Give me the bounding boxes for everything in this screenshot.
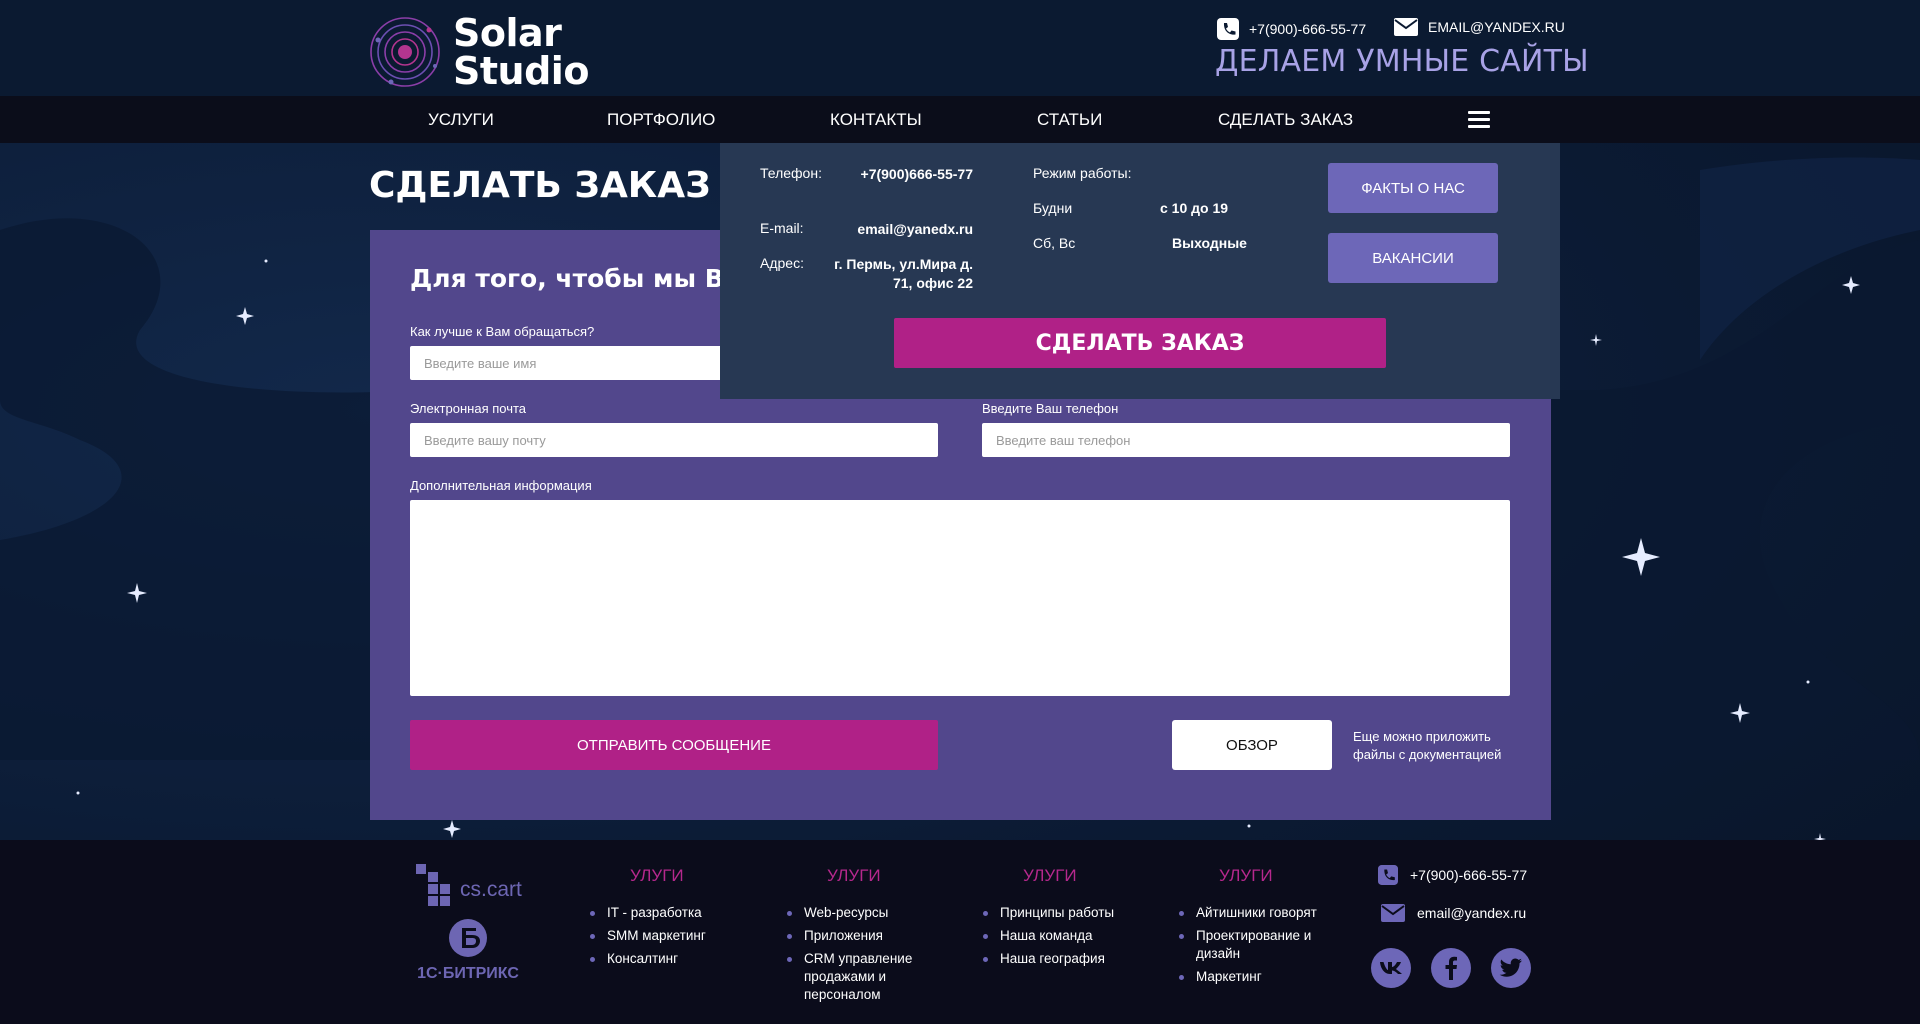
header-email-text: EMAIL@YANDEX.RU	[1428, 19, 1565, 35]
solar-logo-icon	[370, 17, 440, 87]
dd-phone-label: Телефон:	[760, 165, 822, 181]
site-header: Solar Studio +7(900)-666-55-77 EMAIL@YAN…	[0, 0, 1920, 96]
footer-link[interactable]: Наша география	[983, 950, 1114, 968]
footer-link[interactable]: Маркетинг	[1179, 968, 1329, 986]
dd-phone-value[interactable]: +7(900)666-55-77	[840, 165, 973, 184]
mail-icon	[1381, 904, 1405, 922]
footer-link[interactable]: Принципы работы	[983, 904, 1114, 922]
footer-link[interactable]: CRM управление продажами и персоналом	[787, 950, 937, 1004]
footer-col-1: УЛУГИ IT - разработка SMM маркетинг Конс…	[590, 866, 706, 973]
mail-icon	[1394, 18, 1418, 36]
footer-col-2-title: УЛУГИ	[827, 866, 881, 885]
dd-address-label: Адрес:	[760, 255, 804, 271]
main-nav: УСЛУГИ ПОРТФОЛИО КОНТАКТЫ СТАТЬИ СДЕЛАТЬ…	[0, 96, 1920, 143]
nav-item-portfolio[interactable]: ПОРТФОЛИО	[607, 96, 715, 143]
vacancies-button[interactable]: ВАКАНСИИ	[1328, 233, 1498, 283]
brand-name-line1: Solar	[453, 11, 562, 55]
bitrix-text: 1С·БИТРИКС	[417, 965, 519, 982]
dd-weekdays-label: Будни	[1033, 200, 1073, 216]
name-label: Как лучше к Вам обращаться?	[410, 324, 595, 339]
form-heading: Для того, чтобы мы Вам	[410, 264, 762, 293]
dd-weekend-value: Выходные	[1172, 235, 1247, 251]
footer-link[interactable]: Web-ресурсы	[787, 904, 937, 922]
vk-icon[interactable]	[1371, 948, 1411, 988]
facebook-icon[interactable]	[1431, 948, 1471, 988]
facts-button[interactable]: ФАКТЫ О НАС	[1328, 163, 1498, 213]
nav-item-services[interactable]: УСЛУГИ	[428, 96, 494, 143]
footer-col-2: УЛУГИ Web-ресурсы Приложения CRM управле…	[787, 866, 937, 1009]
header-phone-text: +7(900)-666-55-77	[1249, 21, 1367, 37]
dd-email-label: E-mail:	[760, 220, 804, 236]
brand-name-line2: Studio	[453, 49, 589, 93]
dd-hours-label: Режим работы:	[1033, 165, 1132, 181]
browse-button[interactable]: ОБЗОР	[1172, 720, 1332, 770]
footer-link[interactable]: IT - разработка	[590, 904, 706, 922]
footer-link[interactable]: Наша команда	[983, 927, 1114, 945]
burger-menu-icon[interactable]	[1468, 111, 1490, 129]
footer-col-3-title: УЛУГИ	[1023, 866, 1077, 885]
page-title: СДЕЛАТЬ ЗАКАЗ	[369, 165, 711, 206]
phone-icon	[1378, 865, 1398, 885]
footer-col-4-title: УЛУГИ	[1219, 866, 1273, 885]
twitter-icon[interactable]	[1491, 948, 1531, 988]
footer-phone[interactable]: +7(900)-666-55-77	[1378, 865, 1527, 885]
dd-address-value: г. Пермь, ул.Мира д. 71, офис 22	[834, 256, 973, 291]
footer-link[interactable]: Айтишники говорят	[1179, 904, 1329, 922]
attach-note: Еще можно приложить файлы с документацие…	[1353, 729, 1502, 762]
nav-item-order[interactable]: СДЕЛАТЬ ЗАКАЗ	[1218, 96, 1353, 143]
logo[interactable]: Solar Studio	[369, 14, 589, 90]
dd-email-value[interactable]: email@yanedx.ru	[840, 220, 973, 239]
cscart-text: cs.cart	[460, 878, 522, 901]
email-input[interactable]	[410, 423, 938, 457]
info-textarea[interactable]	[410, 500, 1510, 696]
contacts-dropdown: Телефон: +7(900)666-55-77 E-mail: email@…	[720, 143, 1560, 399]
nav-item-articles[interactable]: СТАТЬИ	[1037, 96, 1102, 143]
footer-phone-text: +7(900)-666-55-77	[1410, 867, 1528, 883]
nav-item-contacts[interactable]: КОНТАКТЫ	[830, 96, 922, 143]
send-message-button[interactable]: ОТПРАВИТЬ СООБЩЕНИЕ	[410, 720, 938, 770]
phone-input[interactable]	[982, 423, 1510, 457]
slogan: ДЕЛАЕМ УМНЫЕ САЙТЫ	[1215, 44, 1589, 79]
footer-col-4: УЛУГИ Айтишники говорят Проектирование и…	[1179, 866, 1329, 991]
cscart-logo[interactable]: cs.cart	[416, 864, 522, 906]
bitrix-logo[interactable]: 1С·БИТРИКС	[416, 918, 520, 983]
site-footer: cs.cart 1С·БИТРИКС УЛУГИ IT - разработка…	[0, 840, 1920, 1024]
phone-label: Введите Ваш телефон	[982, 401, 1119, 416]
footer-link[interactable]: Проектирование и дизайн	[1179, 927, 1329, 963]
header-email[interactable]: EMAIL@YANDEX.RU	[1394, 18, 1565, 36]
header-phone[interactable]: +7(900)-666-55-77	[1217, 18, 1366, 40]
cscart-icon	[416, 864, 450, 906]
phone-icon	[1217, 18, 1239, 40]
footer-col-1-title: УЛУГИ	[630, 866, 684, 885]
brand-name: Solar Studio	[453, 14, 589, 90]
footer-link[interactable]: SMM маркетинг	[590, 927, 706, 945]
footer-link[interactable]: Консалтинг	[590, 950, 706, 968]
dd-weekdays-value: с 10 до 19	[1160, 200, 1229, 216]
dd-weekend-label: Сб, Вс	[1033, 235, 1076, 251]
bitrix-icon	[449, 919, 487, 957]
info-label: Дополнительная информация	[410, 478, 592, 493]
email-label: Электронная почта	[410, 401, 527, 416]
footer-email-text: email@yandex.ru	[1417, 905, 1527, 921]
footer-col-3: УЛУГИ Принципы работы Наша команда Наша …	[983, 866, 1114, 973]
footer-email[interactable]: email@yandex.ru	[1381, 904, 1526, 922]
footer-link[interactable]: Приложения	[787, 927, 937, 945]
order-button[interactable]: СДЕЛАТЬ ЗАКАЗ	[894, 318, 1386, 368]
